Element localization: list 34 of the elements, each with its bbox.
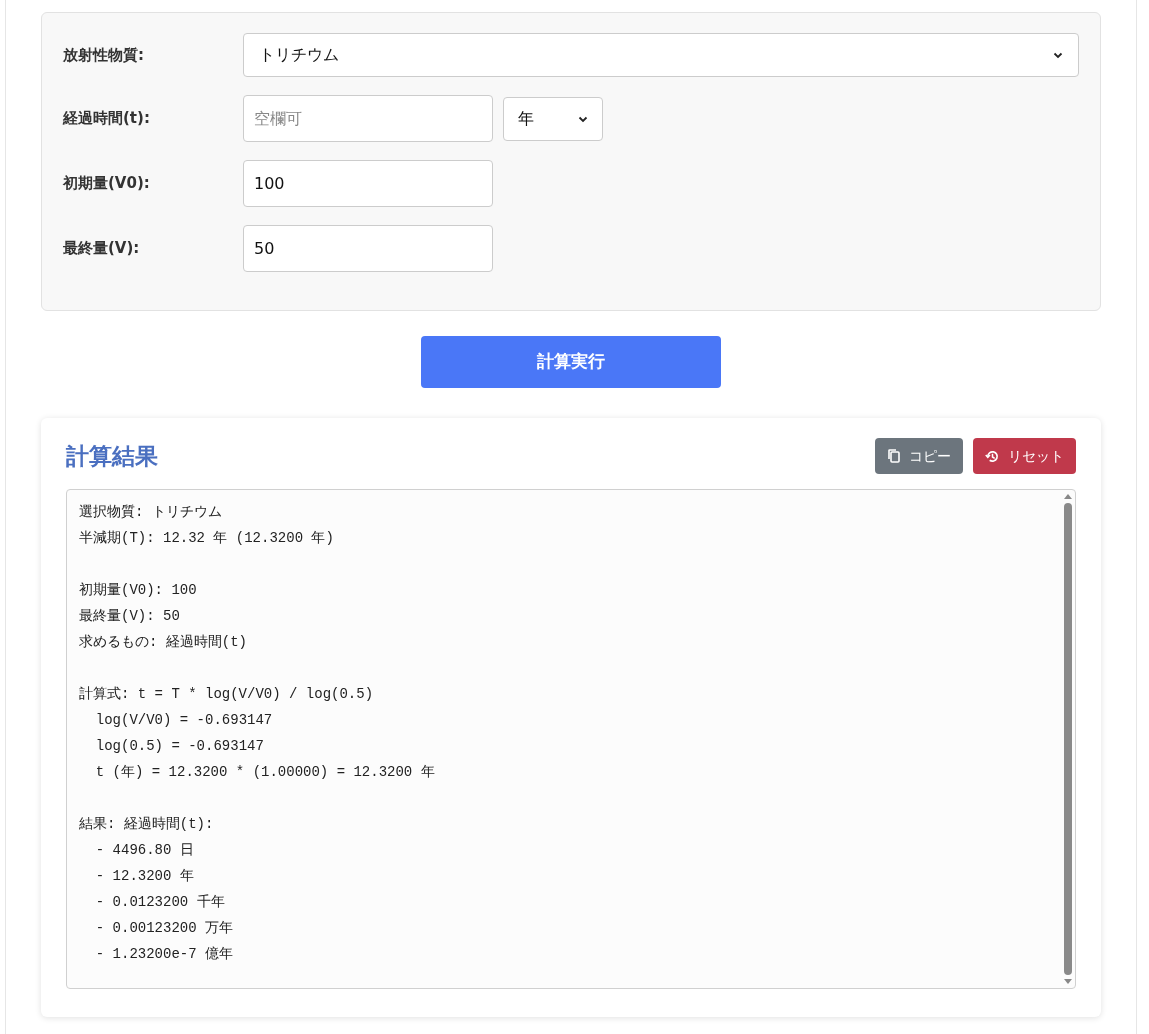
calculate-button[interactable]: 計算実行	[421, 336, 721, 388]
history-icon	[985, 448, 1000, 464]
result-textarea[interactable]	[66, 489, 1076, 989]
field-label: 初期量(V0):	[63, 173, 151, 195]
unit-select[interactable]: 年	[503, 96, 603, 141]
result-line: t (年) = 12.3200 * (1.00000) = 12.3200 年	[94, 763, 435, 782]
field-label: 放射性物質:	[63, 44, 145, 66]
result-line: - 0.0123200 千年	[94, 893, 225, 912]
amount-input[interactable]: 50	[243, 225, 493, 272]
copy-icon	[887, 448, 901, 464]
scroll-up-icon[interactable]	[1064, 493, 1072, 499]
reset-button[interactable]: リセット	[973, 438, 1076, 474]
result-line: - 1.23200e-7 億年	[94, 945, 234, 964]
elapsed-time-input[interactable]: 空欄可	[243, 95, 493, 142]
field-label: 最終量(V):	[63, 238, 141, 260]
field-label: 経過時間(t):	[63, 108, 151, 130]
result-title: 計算結果	[66, 441, 158, 471]
result-line: 結果: 経過時間(t):	[79, 815, 214, 834]
amount-input[interactable]: 100	[243, 160, 493, 207]
result-line: - 0.00123200 万年	[94, 919, 234, 938]
result-line: 初期量(V0): 100	[79, 581, 197, 600]
copy-button[interactable]: コピー	[875, 438, 963, 474]
result-line: 求めるもの: 経過時間(t)	[79, 633, 247, 652]
result-line: 計算式: t = T * log(V/V0) / log(0.5)	[79, 685, 374, 704]
result-line: - 4496.80 日	[94, 841, 194, 860]
result-line: 最終量(V): 50	[79, 607, 180, 626]
result-line: - 12.3200 年	[94, 867, 194, 886]
result-line: 選択物質: トリチウム	[79, 503, 222, 522]
chevron-down-icon	[1053, 50, 1063, 60]
scroll-down-icon[interactable]	[1064, 979, 1072, 985]
substance-select[interactable]: トリチウム	[243, 33, 1079, 77]
result-line: 半減期(T): 12.32 年 (12.3200 年)	[79, 529, 334, 548]
result-line: log(V/V0) = -0.693147	[94, 711, 273, 730]
result-line: log(0.5) = -0.693147	[94, 737, 264, 756]
